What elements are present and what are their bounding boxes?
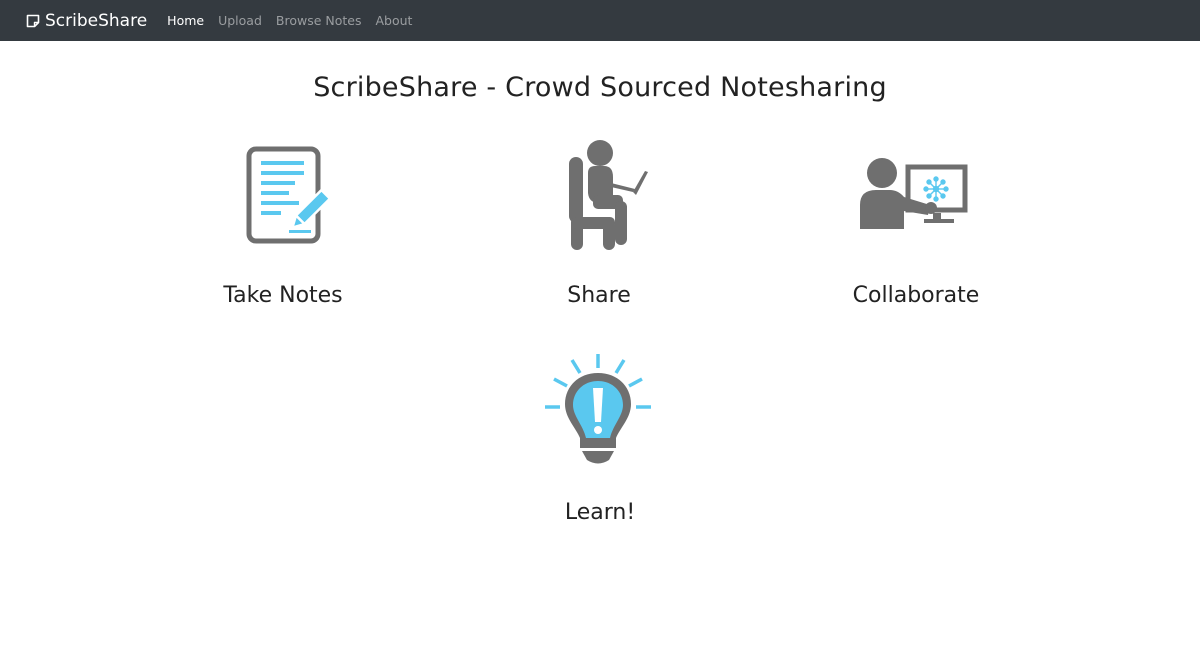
feature-collaborate: Collaborate <box>766 135 1066 308</box>
feature-label: Share <box>567 283 631 308</box>
feature-learn: Learn! <box>450 352 750 525</box>
feature-share: Share <box>449 135 749 308</box>
brand-name: ScribeShare <box>45 10 148 31</box>
nav-browse-notes-link[interactable]: Browse Notes <box>276 13 362 28</box>
person-laptop-icon <box>569 140 648 250</box>
person-screen-icon <box>860 158 968 229</box>
page-title: ScribeShare - Crowd Sourced Notesharing <box>313 72 887 103</box>
note-icon <box>26 14 40 27</box>
lightbulb-icon <box>545 354 651 464</box>
feature-label: Learn! <box>564 500 636 525</box>
feature-take-notes: Take Notes <box>133 135 433 308</box>
nav-upload-link[interactable]: Upload <box>218 13 262 28</box>
feature-label: Take Notes <box>223 283 343 308</box>
navbar: ScribeShare Home Upload Browse Notes Abo… <box>0 0 1200 41</box>
notepad-pencil-icon <box>246 146 332 244</box>
feature-label: Collaborate <box>852 283 980 308</box>
nav-home-link[interactable]: Home <box>167 13 204 28</box>
brand-link[interactable]: ScribeShare <box>26 11 147 31</box>
nav-about-link[interactable]: About <box>376 13 413 28</box>
